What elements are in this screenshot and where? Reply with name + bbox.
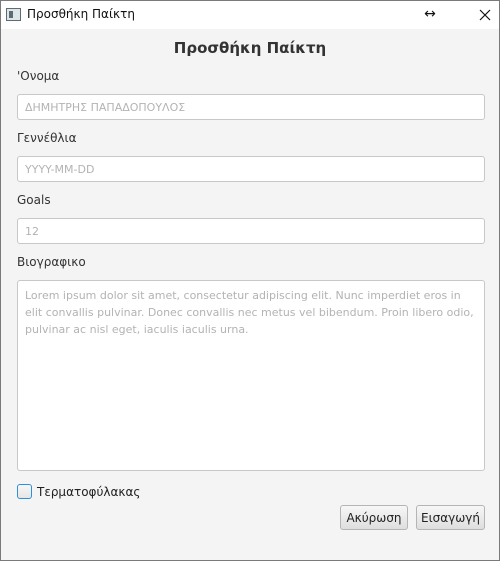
close-icon [479, 9, 491, 21]
cancel-button[interactable]: Ακύρωση [340, 505, 408, 530]
birthdate-input[interactable] [17, 156, 485, 182]
window-title: Προσθήκη Παίκτη [27, 7, 135, 21]
bio-textarea[interactable] [17, 280, 485, 471]
goals-label: Goals [17, 193, 51, 207]
title-bar[interactable]: Προσθήκη Παίκτη ↔ [1, 1, 499, 29]
birthdate-label: Γεννέθλια [17, 131, 77, 145]
goalkeeper-checkbox[interactable]: Τερματοφύλακας [17, 484, 140, 499]
checkbox-box[interactable] [17, 484, 32, 499]
name-input[interactable] [17, 94, 485, 120]
form-title: Προσθήκη Παίκτη [173, 39, 327, 57]
goals-input[interactable] [17, 218, 485, 244]
name-label: 'Ονομα [17, 69, 60, 83]
bio-label: Βιογραφικο [17, 255, 86, 269]
dialog-window: Προσθήκη Παίκτη ↔ Προσθήκη Παίκτη 'Ονομα… [0, 0, 500, 561]
goalkeeper-label: Τερματοφύλακας [37, 484, 141, 499]
horizontal-resize-icon: ↔ [424, 6, 436, 22]
app-window-icon [6, 8, 21, 21]
insert-button[interactable]: Εισαγωγή [416, 505, 485, 530]
close-button[interactable] [471, 1, 499, 29]
